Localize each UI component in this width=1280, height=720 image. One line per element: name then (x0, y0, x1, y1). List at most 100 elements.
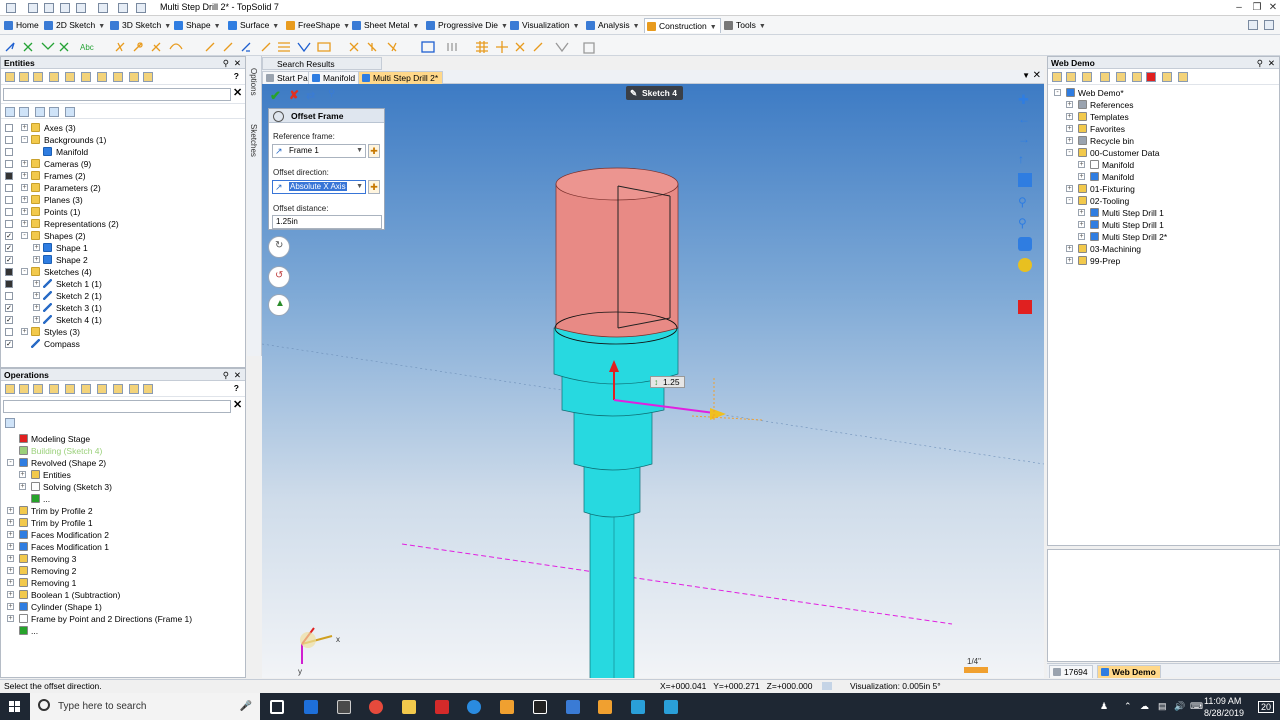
tab-construction[interactable]: Construction ▼ (644, 18, 721, 33)
expand-icon[interactable]: + (7, 543, 14, 550)
close-tab-icon[interactable]: ✕ (1033, 70, 1041, 81)
clock-date[interactable]: 8/28/2019 (1204, 708, 1244, 718)
project-row-03-machining[interactable]: +03-Machining (1048, 243, 1276, 255)
collapse-icon[interactable]: - (1054, 89, 1061, 96)
teamviewer-icon[interactable] (467, 700, 481, 714)
collapse-icon[interactable] (97, 384, 107, 394)
delete-icon[interactable] (1146, 72, 1156, 82)
chevron-down-icon[interactable]: ▼ (759, 23, 766, 30)
operation-row-boolean-1-subtraction[interactable]: + Boolean 1 (Subtraction) (1, 589, 241, 601)
open-icon[interactable] (1066, 72, 1076, 82)
tree-icon[interactable] (19, 384, 29, 394)
outlook-icon[interactable] (304, 700, 318, 714)
toolbar-icons[interactable]: Abc (0, 35, 620, 56)
options-icon[interactable] (129, 384, 139, 394)
expand-icon[interactable]: + (21, 172, 28, 179)
offset-dimension-label[interactable]: ↕ 1.25 (650, 376, 685, 388)
expand-icon[interactable]: + (21, 196, 28, 203)
tab-sheet-metal[interactable]: Sheet Metal ▼ (350, 18, 422, 33)
close-icon[interactable]: ✕ (234, 369, 241, 381)
operation-row-[interactable]: ... (1, 625, 241, 637)
zoom-box-icon[interactable]: ⚲ (1018, 216, 1032, 230)
expand-icon[interactable]: + (19, 483, 26, 490)
entity-row-sketches-4[interactable]: - Sketches (4) (1, 266, 241, 278)
expand-icon[interactable]: + (21, 328, 28, 335)
pin-icon[interactable]: ⚲ (223, 369, 229, 381)
expand-icon[interactable]: + (33, 316, 40, 323)
app-icon[interactable] (6, 3, 16, 13)
expand-icon[interactable]: + (1066, 185, 1073, 192)
project-row-references[interactable]: + References (1048, 99, 1276, 111)
filter-icon[interactable] (5, 384, 15, 394)
operation-row-trim-by-profile-2[interactable]: + Trim by Profile 2 (1, 505, 241, 517)
sort-icon[interactable] (65, 72, 75, 82)
expand-icon[interactable]: + (1066, 245, 1073, 252)
tab-3d-sketch[interactable]: 3D Sketch ▼ (108, 18, 174, 33)
expand-icon[interactable]: + (1078, 209, 1085, 216)
topsolid-icon[interactable] (500, 700, 514, 714)
expand-icon[interactable]: + (7, 591, 14, 598)
visibility-checkbox[interactable] (5, 124, 13, 132)
operation-row-removing-2[interactable]: + Removing 2 (1, 565, 241, 577)
edit-icon[interactable] (118, 3, 128, 13)
entity-row-backgrounds-1[interactable]: - Backgrounds (1) (1, 134, 241, 146)
offset-distance-input[interactable]: 1.25in (272, 215, 382, 229)
expand-icon[interactable]: + (33, 256, 40, 263)
start-button[interactable] (0, 693, 30, 720)
visibility-checkbox[interactable] (5, 196, 13, 204)
apply-icon[interactable]: ⇄ (306, 89, 315, 102)
maximize-button[interactable]: ❐ (1250, 1, 1264, 14)
close-icon[interactable]: ✕ (1268, 57, 1275, 69)
style-icon[interactable] (143, 72, 153, 82)
sort-icon[interactable] (1100, 72, 1110, 82)
chevron-down-icon[interactable]: ▼ (356, 181, 363, 193)
expand-icon[interactable]: + (1078, 221, 1085, 228)
entity-row-shape-1[interactable]: ✓ + Shape 1 (1, 242, 241, 254)
clear-search-icon[interactable]: ✕ (233, 398, 242, 411)
operation-row-[interactable]: ... (1, 493, 241, 505)
chevron-down-icon[interactable]: ▼ (633, 23, 640, 30)
operation-row-removing-3[interactable]: + Removing 3 (1, 553, 241, 565)
entity-row-manifold[interactable]: Manifold (1, 146, 241, 158)
project-row-01-fixturing[interactable]: +01-Fixturing (1048, 183, 1276, 195)
pan-up-icon[interactable]: ↑ (1018, 152, 1032, 166)
project-row-templates[interactable]: + Templates (1048, 111, 1276, 123)
compass-icon[interactable] (300, 627, 333, 664)
expand-icon[interactable]: + (7, 507, 14, 514)
ok-icon[interactable]: ✔ (270, 88, 281, 104)
entity-row-shapes-2[interactable]: ✓ - Shapes (2) (1, 230, 241, 242)
settings-icon[interactable] (1248, 20, 1258, 30)
visibility-checkbox[interactable] (5, 280, 13, 288)
tab-multi-step-drill[interactable]: Multi Step Drill 2* (358, 71, 444, 84)
visibility-checkbox[interactable]: ✓ (5, 232, 13, 240)
tab-analysis[interactable]: Analysis ▼ (584, 18, 643, 33)
operation-row-revolved-shape-2[interactable]: - Revolved (Shape 2) (1, 457, 241, 469)
chevron-down-icon[interactable]: ▼ (356, 145, 363, 157)
app-s-icon[interactable] (566, 700, 580, 714)
operation-row-frame-by-point-and-2-directions-frame-1[interactable]: + Frame by Point and 2 Directions (Frame … (1, 613, 241, 625)
chevron-down-icon[interactable]: ▼ (272, 23, 279, 30)
project-row-multi-step-drill-1[interactable]: + Multi Step Drill 1 (1048, 219, 1276, 231)
operations-search-input[interactable] (3, 400, 231, 413)
options-tab[interactable]: Options (249, 68, 258, 96)
group-icon[interactable] (81, 384, 91, 394)
sort-icon[interactable] (65, 384, 75, 394)
project-row-web-demo[interactable]: - Web Demo* (1048, 87, 1276, 99)
show-icon[interactable] (35, 107, 45, 117)
project-row-02-tooling[interactable]: - 02-Tooling (1048, 195, 1276, 207)
zoom-all-icon[interactable]: ✚ (1018, 92, 1032, 107)
operation-row-trim-by-profile-1[interactable]: + Trim by Profile 1 (1, 517, 241, 529)
pan-right-icon[interactable]: → (1018, 132, 1032, 146)
pin-icon[interactable]: ⚲ (223, 57, 229, 69)
visibility-checkbox[interactable] (5, 220, 13, 228)
visibility-checkbox[interactable] (5, 268, 13, 276)
chevron-down-icon[interactable]: ▼ (501, 23, 508, 30)
visibility-checkbox[interactable]: ✓ (5, 316, 13, 324)
layers-icon[interactable] (49, 384, 59, 394)
expand-icon[interactable]: + (33, 292, 40, 299)
tab-visualization[interactable]: Visualization ▼ (508, 18, 583, 33)
task-view-icon[interactable] (270, 700, 284, 714)
expand-icon[interactable]: + (7, 555, 14, 562)
section-icon[interactable] (1018, 300, 1032, 314)
chevron-down-icon[interactable]: ▼ (412, 23, 419, 30)
